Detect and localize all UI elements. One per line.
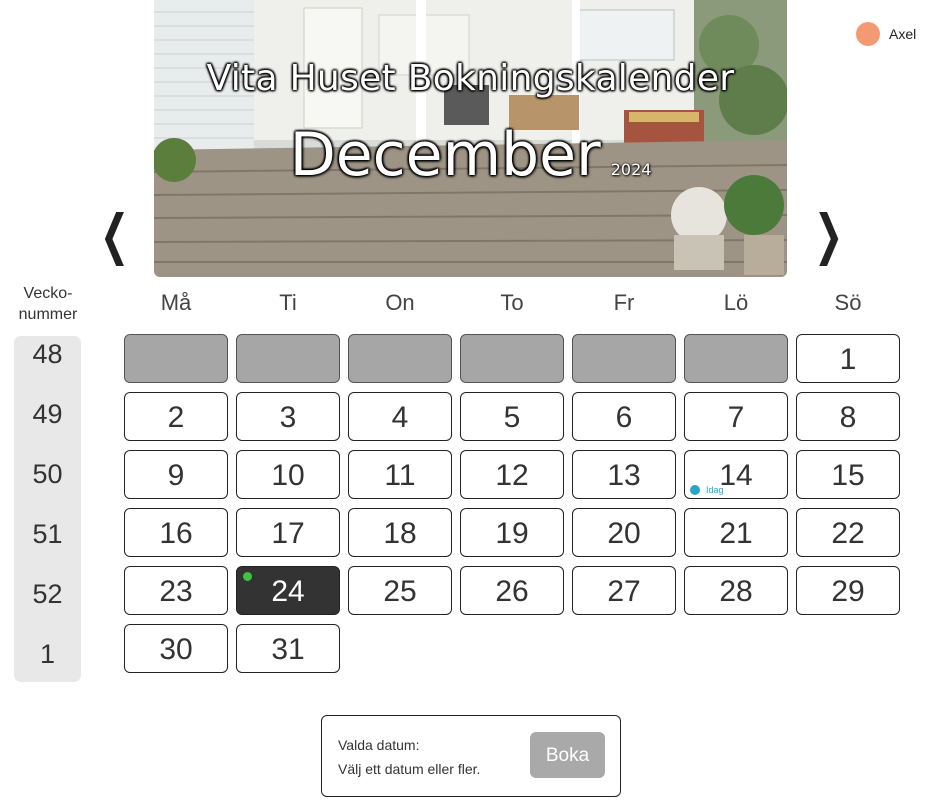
day-cell[interactable]: 23 <box>124 566 228 615</box>
day-cell[interactable]: 18 <box>348 508 452 557</box>
week-number-column: 48 49 50 51 52 1 <box>14 336 81 682</box>
weekday-sunday: Sö <box>834 290 862 315</box>
week-number: 50 <box>32 459 63 489</box>
user-legend: Axel <box>856 22 916 46</box>
week-number: 51 <box>32 519 63 549</box>
calendar-title: Vita Huset Bokningskalender <box>206 58 735 99</box>
day-cell[interactable]: 9 <box>124 450 228 499</box>
booking-panel: Valda datum: Välj ett datum eller fler. … <box>321 715 621 797</box>
empty-day-cell <box>236 334 340 383</box>
empty-day-cell <box>460 334 564 383</box>
week-header-line-2: nummer <box>18 306 78 323</box>
day-number: 14 <box>719 459 753 492</box>
booking-calendar-page: Vita Huset Bokningskalender December 2024… <box>0 0 937 801</box>
week-number: 49 <box>32 399 63 429</box>
day-cell[interactable]: 31 <box>236 624 340 673</box>
book-button[interactable]: Boka <box>530 732 605 778</box>
day-cell[interactable]: 16 <box>124 508 228 557</box>
day-cell[interactable]: 28 <box>684 566 788 615</box>
booking-indicator-dot <box>243 572 252 581</box>
empty-day-cell <box>684 334 788 383</box>
day-cell[interactable]: 25 <box>348 566 452 615</box>
weekday-tuesday: Ti <box>279 290 297 315</box>
day-cell[interactable]: 6 <box>572 392 676 441</box>
next-month-button[interactable]: ❯ <box>814 208 843 262</box>
day-cell[interactable]: 10 <box>236 450 340 499</box>
day-cell[interactable]: 30 <box>124 624 228 673</box>
week-header-line-1: Vecko- <box>23 285 73 302</box>
today-day-cell[interactable]: 14 Idag <box>684 450 788 499</box>
weekday-friday: Fr <box>613 290 635 315</box>
day-cell[interactable]: 8 <box>796 392 900 441</box>
month-heading: December 2024 <box>154 120 787 190</box>
week-number: 48 <box>32 339 63 369</box>
day-cell[interactable]: 5 <box>460 392 564 441</box>
day-cell[interactable]: 27 <box>572 566 676 615</box>
day-cell[interactable]: 22 <box>796 508 900 557</box>
empty-day-cell <box>572 334 676 383</box>
selected-dates-label: Valda datum: <box>338 737 420 753</box>
empty-day-cell <box>124 334 228 383</box>
today-indicator-dot <box>690 485 700 495</box>
previous-month-button[interactable]: ❮ <box>100 208 129 262</box>
day-cell[interactable]: 17 <box>236 508 340 557</box>
user-name: Axel <box>889 26 917 42</box>
day-cell[interactable]: 19 <box>460 508 564 557</box>
day-cell[interactable]: 7 <box>684 392 788 441</box>
day-cell[interactable]: 21 <box>684 508 788 557</box>
selected-dates-hint: Välj ett datum eller fler. <box>338 761 481 777</box>
day-cell[interactable]: 12 <box>460 450 564 499</box>
day-number: 24 <box>271 575 305 608</box>
weekday-saturday: Lö <box>723 290 749 315</box>
weekday-wednesday: On <box>385 290 415 315</box>
header-photo: Vita Huset Bokningskalender December 2024 <box>154 0 787 277</box>
week-number: 52 <box>32 579 63 609</box>
year-label: 2024 <box>610 160 652 179</box>
weekday-thursday: To <box>500 290 524 315</box>
week-number-header: Vecko- nummer <box>8 283 88 325</box>
today-label: Idag <box>706 485 724 495</box>
weekday-monday: Må <box>160 290 192 315</box>
empty-day-cell <box>348 334 452 383</box>
day-cell[interactable]: 4 <box>348 392 452 441</box>
day-cell[interactable]: 15 <box>796 450 900 499</box>
month-name: December <box>289 120 601 190</box>
day-cell[interactable]: 11 <box>348 450 452 499</box>
day-cell[interactable]: 1 <box>796 334 900 383</box>
user-color-dot <box>856 22 880 46</box>
day-cell[interactable]: 20 <box>572 508 676 557</box>
day-cell[interactable]: 2 <box>124 392 228 441</box>
day-cell[interactable]: 26 <box>460 566 564 615</box>
day-cell[interactable]: 3 <box>236 392 340 441</box>
week-number: 1 <box>39 639 56 669</box>
day-cell[interactable]: 13 <box>572 450 676 499</box>
selected-day-cell[interactable]: 24 <box>236 566 340 615</box>
day-cell[interactable]: 29 <box>796 566 900 615</box>
